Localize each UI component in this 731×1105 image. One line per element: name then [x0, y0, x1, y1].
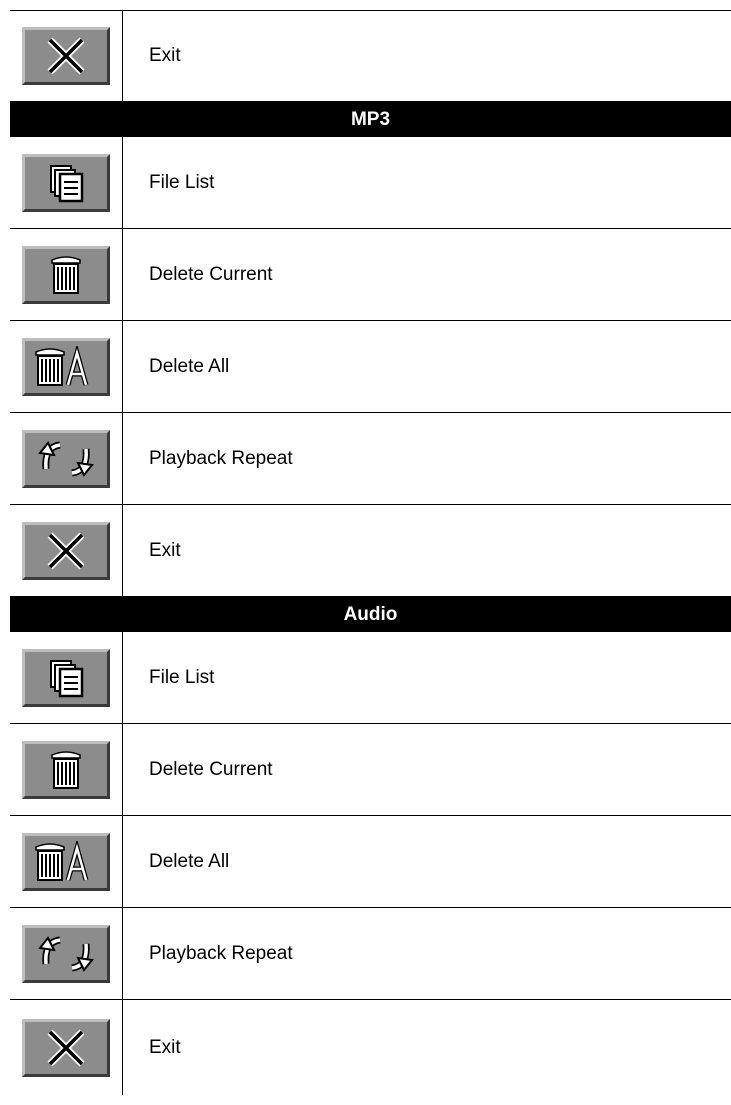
file-list-button [22, 648, 110, 707]
icon-cell [10, 1000, 123, 1095]
exit-button [22, 1018, 110, 1077]
icon-cell [10, 11, 123, 101]
row-label: Exit [149, 45, 181, 66]
section-header: Audio [10, 597, 731, 632]
row-label: File List [149, 171, 215, 193]
table-row: Exit [10, 1000, 731, 1095]
table-row: File List [10, 137, 731, 229]
table-row: File List [10, 632, 731, 724]
delete-all-icon [35, 840, 89, 881]
table-row: Playback Repeat [10, 908, 731, 1000]
table-row: Delete Current [10, 229, 731, 321]
delete-current-button [22, 740, 110, 799]
delete-all-icon [35, 345, 89, 386]
row-label: Delete All [149, 355, 230, 377]
icon-cell [10, 632, 123, 723]
exit-button [22, 521, 110, 580]
exit-icon [47, 1029, 85, 1066]
exit-icon [47, 37, 85, 75]
table-row: Exit [10, 505, 731, 597]
file-list-icon [50, 164, 84, 202]
icon-cell [10, 908, 123, 999]
icon-cell [10, 816, 123, 907]
delete-all-button [22, 832, 110, 891]
icon-cell [10, 413, 123, 504]
delete-all-button [22, 337, 110, 396]
delete-current-button [22, 245, 110, 304]
icon-cell [10, 321, 123, 412]
icon-cell [10, 229, 123, 320]
playback-repeat-icon [38, 440, 94, 477]
row-label: Exit [149, 1036, 181, 1058]
table-row: Delete All [10, 816, 731, 908]
file-list-button [22, 153, 110, 212]
playback-repeat-button [22, 429, 110, 488]
row-label: Delete Current [149, 758, 273, 780]
exit-button [22, 27, 110, 85]
playback-repeat-icon [38, 935, 94, 972]
playback-repeat-button [22, 924, 110, 983]
section-header: MP3 [10, 102, 731, 137]
row-label: Delete Current [149, 263, 273, 285]
exit-icon [47, 532, 85, 569]
row-label: Exit [149, 539, 181, 561]
icon-cell [10, 137, 123, 228]
table-row: Delete Current [10, 724, 731, 816]
delete-current-icon [51, 750, 81, 789]
file-list-icon [50, 659, 84, 697]
delete-current-icon [51, 255, 81, 294]
row-label: File List [149, 666, 215, 688]
icon-cell [10, 505, 123, 596]
table-row: Playback Repeat [10, 413, 731, 505]
function-table: Exit MP3 File List Delete Current Delete… [10, 10, 731, 1095]
table-row: Exit [10, 10, 731, 102]
row-label: Playback Repeat [149, 942, 293, 964]
row-label: Delete All [149, 850, 230, 872]
row-label: Playback Repeat [149, 447, 293, 469]
table-row: Delete All [10, 321, 731, 413]
icon-cell [10, 724, 123, 815]
